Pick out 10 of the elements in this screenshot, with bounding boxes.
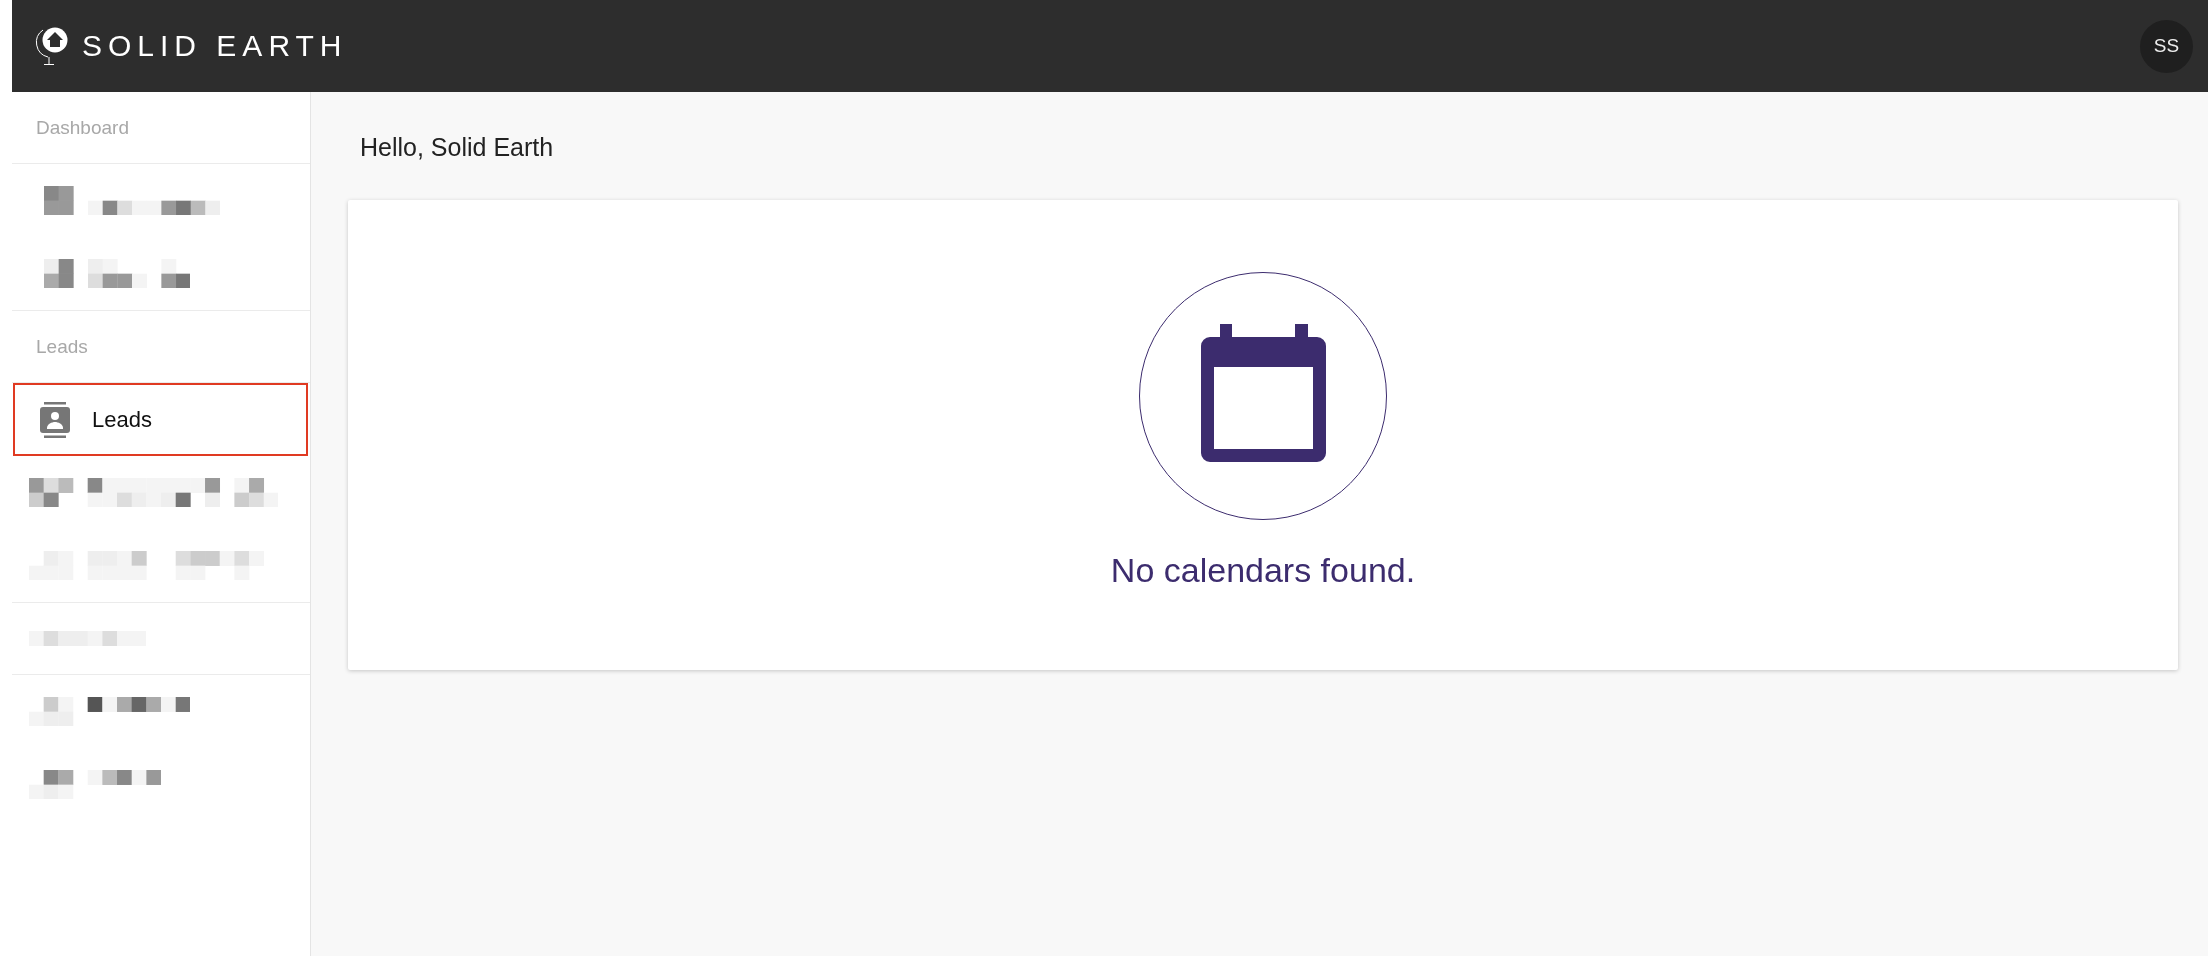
empty-state-message: No calendars found. — [1110, 550, 1416, 590]
sidebar-item[interactable]: Leads — [13, 383, 308, 456]
greeting-heading: Hello, Solid Earth — [360, 132, 555, 162]
section-label: Dashboard — [36, 116, 129, 139]
section-label: Leads — [36, 335, 88, 358]
globe-icon — [35, 26, 69, 66]
calendar-icon — [1139, 272, 1387, 520]
avatar-button[interactable]: SS — [2140, 19, 2193, 73]
logo-text: SOLID EARTH — [82, 29, 348, 63]
contacts-icon — [40, 401, 70, 438]
